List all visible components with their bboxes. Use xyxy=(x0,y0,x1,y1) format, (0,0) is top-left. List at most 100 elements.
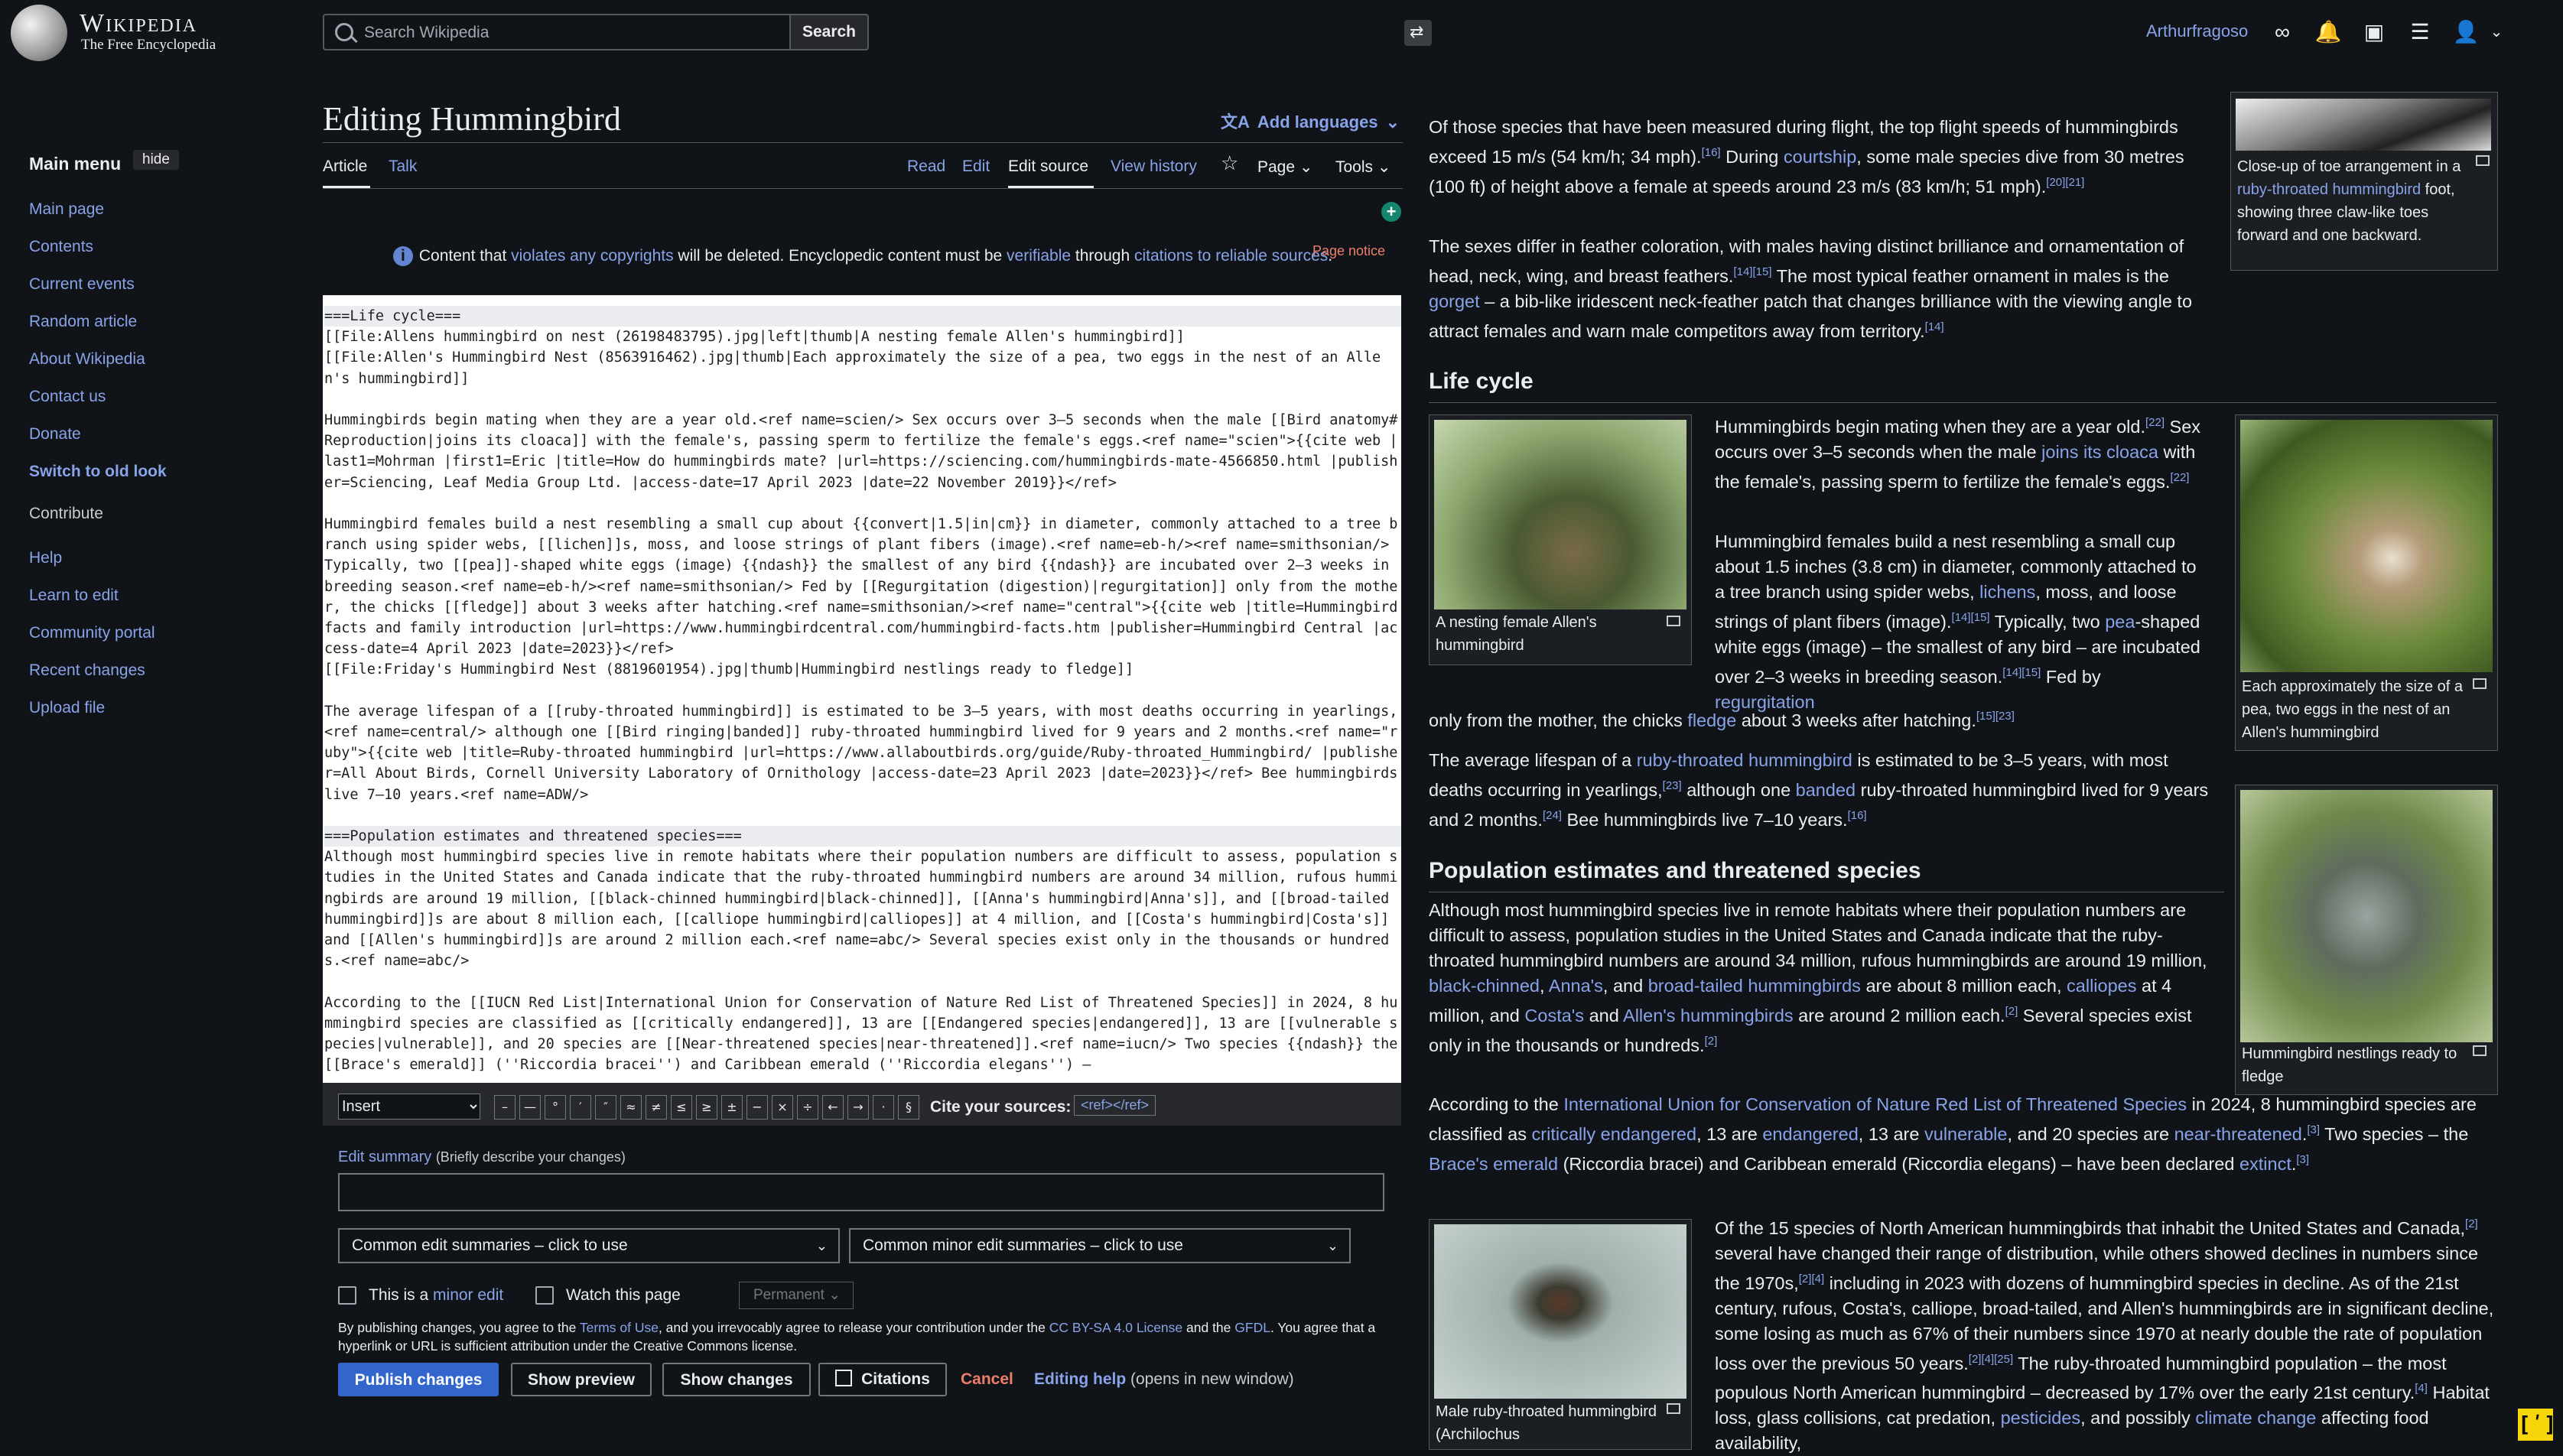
insert-symbol-button[interactable]: — xyxy=(519,1095,541,1120)
citation-ref[interactable]: [2][4] xyxy=(1799,1272,1824,1285)
search-box[interactable] xyxy=(323,14,789,50)
sidebar-item-random-article[interactable]: Random article xyxy=(29,313,137,331)
cloaca-link[interactable]: joins its cloaca xyxy=(2041,442,2158,462)
watch-page-checkbox[interactable] xyxy=(535,1286,554,1305)
costas-link[interactable]: Costa's xyxy=(1524,1006,1584,1025)
lichens-link[interactable]: lichens xyxy=(1979,582,2035,602)
citation-ref[interactable]: [14] xyxy=(1925,320,1944,333)
tab-talk[interactable]: Talk xyxy=(389,158,417,176)
watchlist-glasses-icon[interactable]: ∞ xyxy=(2267,17,2298,47)
sticky-toggle-icon[interactable] xyxy=(1404,20,1432,46)
near-threatened-link[interactable]: near-threatened xyxy=(2174,1124,2302,1144)
wikitext-line[interactable]: [[File:Allens hummingbird on nest (26198… xyxy=(324,327,1401,347)
banded-link[interactable]: banded xyxy=(1796,780,1856,800)
wikitext-line[interactable]: [[File:Friday's Hummingbird Nest (881960… xyxy=(324,659,1401,680)
insert-symbol-button[interactable]: ≤ xyxy=(671,1095,692,1120)
tab-article[interactable]: Article xyxy=(323,158,367,176)
watch-star-icon[interactable]: ☆ xyxy=(1221,151,1238,175)
climate-change-link[interactable]: climate change xyxy=(2195,1408,2316,1428)
sidebar-item-current-events[interactable]: Current events xyxy=(29,275,135,294)
sidebar-item-contents[interactable]: Contents xyxy=(29,238,93,256)
citation-ref[interactable]: [22] xyxy=(2170,471,2189,484)
insert-symbol-button[interactable]: ≈ xyxy=(620,1095,642,1120)
sidebar-item-upload-file[interactable]: Upload file xyxy=(29,699,105,717)
expand-plus-icon[interactable]: + xyxy=(1381,202,1401,222)
enlarge-icon[interactable] xyxy=(1667,616,1680,626)
add-languages-button[interactable]: 文A Add languages ⌄ xyxy=(1221,109,1400,133)
tab-edit[interactable]: Edit xyxy=(962,158,990,176)
notice-verifiable-link[interactable]: verifiable xyxy=(1007,247,1071,265)
citation-ref[interactable]: [14][15] xyxy=(1733,265,1771,278)
enlarge-icon[interactable] xyxy=(1667,1403,1680,1414)
vulnerable-link[interactable]: vulnerable xyxy=(1924,1124,2007,1144)
citation-ref[interactable]: [3] xyxy=(2296,1153,2309,1166)
sidebar-item-learn-to-edit[interactable]: Learn to edit xyxy=(29,587,119,605)
eggs-image[interactable] xyxy=(2240,420,2493,672)
calliopes-link[interactable]: calliopes xyxy=(2067,976,2136,996)
common-minor-summaries-dropdown[interactable]: Common minor edit summaries – click to u… xyxy=(849,1228,1351,1263)
gorget-link[interactable]: gorget xyxy=(1429,291,1480,311)
insert-symbol-button[interactable]: ≥ xyxy=(696,1095,717,1120)
wikipedia-globe-logo[interactable] xyxy=(11,5,67,61)
wikitext-line[interactable]: The average lifespan of a [[ruby-throate… xyxy=(324,701,1401,805)
ruby-throated-link[interactable]: ruby-throated hummingbird xyxy=(1637,750,1852,770)
wikitext-line[interactable] xyxy=(324,681,1401,701)
sidebar-item-help[interactable]: Help xyxy=(29,549,62,567)
toe-image[interactable] xyxy=(2236,99,2491,151)
insert-symbol-button[interactable]: – xyxy=(494,1095,516,1120)
braces-emerald-link[interactable]: Brace's emerald xyxy=(1429,1154,1558,1174)
insert-symbol-button[interactable]: − xyxy=(746,1095,768,1120)
sidebar-item-main-page[interactable]: Main page xyxy=(29,200,104,219)
page-notice-link[interactable]: Page notice xyxy=(1312,243,1385,259)
wikitext-line[interactable]: ===Life cycle=== xyxy=(324,306,1401,327)
tab-view-history[interactable]: View history xyxy=(1111,158,1197,176)
endangered-link[interactable]: endangered xyxy=(1762,1124,1858,1144)
pesticides-link[interactable]: pesticides xyxy=(2001,1408,2081,1428)
insert-symbol-button[interactable]: ≠ xyxy=(646,1095,667,1120)
ruby-image[interactable] xyxy=(1434,1224,1686,1399)
wikitext-line[interactable] xyxy=(324,972,1401,993)
minor-edit-link[interactable]: minor edit xyxy=(433,1286,503,1304)
insert-symbol-button[interactable]: × xyxy=(772,1095,793,1120)
wikitext-line[interactable]: Although most hummingbird species live i… xyxy=(324,847,1401,971)
publish-changes-button[interactable]: Publish changes xyxy=(338,1363,499,1396)
citation-ref[interactable]: [20][21] xyxy=(2046,176,2084,189)
sidebar-item-old-look[interactable]: Switch to old look xyxy=(29,463,167,481)
insert-symbol-button[interactable]: § xyxy=(898,1095,919,1120)
cancel-button[interactable]: Cancel xyxy=(961,1370,1013,1389)
wikipedia-wordmark[interactable]: Wikipedia xyxy=(80,9,197,38)
allens-link[interactable]: Allen's hummingbirds xyxy=(1623,1006,1794,1025)
sidebar-item-recent-changes[interactable]: Recent changes xyxy=(29,661,145,680)
notice-citations-link[interactable]: citations to reliable sources xyxy=(1134,247,1328,265)
show-changes-button[interactable]: Show changes xyxy=(662,1363,811,1396)
insert-symbol-button[interactable]: ″ xyxy=(595,1095,616,1120)
cc-license-link[interactable]: CC BY-SA 4.0 License xyxy=(1049,1320,1182,1335)
citation-ref[interactable]: [23] xyxy=(1663,779,1682,792)
tab-edit-source[interactable]: Edit source xyxy=(1008,158,1088,176)
tools-menu-dropdown[interactable]: Tools ⌄ xyxy=(1335,158,1390,177)
nestlings-image[interactable] xyxy=(2240,790,2493,1042)
show-preview-button[interactable]: Show preview xyxy=(511,1363,652,1396)
page-menu-dropdown[interactable]: Page ⌄ xyxy=(1257,158,1313,177)
cite-ref-button[interactable]: <ref></ref> xyxy=(1074,1095,1156,1116)
nest-image[interactable] xyxy=(1434,420,1686,609)
sidebar-item-donate[interactable]: Donate xyxy=(29,425,81,444)
corner-badge-icon[interactable]: [ʹ] xyxy=(2518,1409,2557,1441)
citation-ref[interactable]: [14][15] xyxy=(1952,611,1990,624)
notifications-bell-icon[interactable]: 🔔 xyxy=(2313,17,2343,47)
minor-edit-checkbox[interactable] xyxy=(338,1286,356,1305)
wikitext-line[interactable]: [[File:Allen's Hummingbird Nest (8563916… xyxy=(324,347,1401,388)
insert-symbol-button[interactable]: ← xyxy=(822,1095,844,1120)
critically-endangered-link[interactable]: critically endangered xyxy=(1532,1124,1697,1144)
black-chinned-link[interactable]: black-chinned xyxy=(1429,976,1540,996)
terms-of-use-link[interactable]: Terms of Use xyxy=(580,1320,659,1335)
wikitext-line[interactable]: According to the [[IUCN Red List|Interna… xyxy=(324,993,1401,1076)
wikitext-line[interactable] xyxy=(324,805,1401,826)
notice-copyright-link[interactable]: violates any copyrights xyxy=(511,247,673,265)
tab-read[interactable]: Read xyxy=(907,158,945,176)
citation-ref[interactable]: [4] xyxy=(2415,1382,2428,1395)
watch-period-dropdown[interactable]: Permanent ⌄ xyxy=(739,1282,854,1309)
insert-symbol-button[interactable]: ÷ xyxy=(797,1095,818,1120)
messages-tray-icon[interactable]: ▣ xyxy=(2359,17,2389,47)
gfdl-link[interactable]: GFDL xyxy=(1234,1320,1270,1335)
